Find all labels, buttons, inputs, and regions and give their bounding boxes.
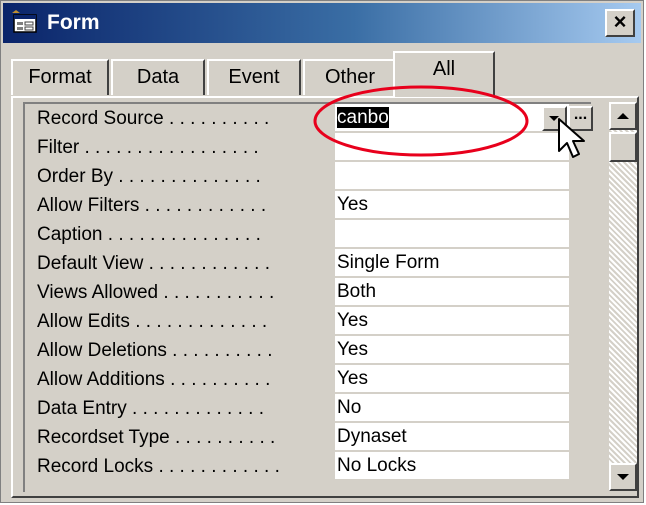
property-value[interactable]: No Locks bbox=[335, 452, 569, 480]
properties-window: Form × Format Data Event Other All Recor… bbox=[0, 0, 644, 503]
property-row[interactable]: Views Allowed . . . . . . . . . . . Both bbox=[25, 278, 591, 307]
property-row[interactable]: Default View . . . . . . . . . . . . Sin… bbox=[25, 249, 591, 278]
tab-label: All bbox=[432, 58, 456, 80]
window-title: Form bbox=[47, 11, 100, 34]
property-value[interactable]: Yes bbox=[335, 336, 569, 364]
scroll-up-button[interactable] bbox=[609, 102, 637, 130]
property-label: Order By . . . . . . . . . . . . . . bbox=[37, 166, 261, 187]
property-row[interactable]: Allow Deletions . . . . . . . . . . Yes bbox=[25, 336, 591, 365]
property-value[interactable] bbox=[335, 162, 569, 190]
property-row[interactable]: Filter . . . . . . . . . . . . . . . . . bbox=[25, 133, 591, 162]
scroll-thumb[interactable] bbox=[609, 132, 637, 162]
property-row[interactable]: Data Entry . . . . . . . . . . . . . No bbox=[25, 394, 591, 423]
tab-event[interactable]: Event bbox=[207, 59, 301, 95]
property-value[interactable]: Yes bbox=[335, 307, 569, 335]
close-button[interactable]: × bbox=[605, 9, 635, 37]
tab-data[interactable]: Data bbox=[111, 59, 205, 95]
property-row[interactable]: Caption . . . . . . . . . . . . . . . bbox=[25, 220, 591, 249]
tab-label: Other bbox=[324, 66, 376, 88]
vertical-scrollbar[interactable] bbox=[609, 102, 637, 491]
tab-other[interactable]: Other bbox=[303, 59, 397, 95]
property-row[interactable]: Record Source . . . . . . . . . . canbo … bbox=[25, 104, 593, 133]
property-value[interactable]: Both bbox=[335, 278, 569, 306]
property-value[interactable]: Yes bbox=[335, 191, 569, 219]
property-label: Allow Additions . . . . . . . . . . bbox=[37, 369, 271, 390]
property-row[interactable]: Allow Filters . . . . . . . . . . . . Ye… bbox=[25, 191, 591, 220]
property-row[interactable]: Allow Additions . . . . . . . . . . Yes bbox=[25, 365, 591, 394]
property-label: Record Locks . . . . . . . . . . . . bbox=[37, 456, 280, 477]
tab-label: Event bbox=[228, 66, 280, 88]
title-bar[interactable]: Form × bbox=[3, 3, 641, 43]
tab-all[interactable]: All bbox=[393, 51, 495, 97]
tab-format[interactable]: Format bbox=[11, 59, 109, 95]
property-value[interactable]: Yes bbox=[335, 365, 569, 393]
tab-label: Format bbox=[28, 66, 92, 88]
property-value[interactable] bbox=[335, 220, 569, 248]
property-row[interactable]: Order By . . . . . . . . . . . . . . bbox=[25, 162, 591, 191]
property-value[interactable] bbox=[335, 133, 569, 161]
property-row[interactable]: Record Locks . . . . . . . . . . . . No … bbox=[25, 452, 591, 481]
property-label: Allow Filters . . . . . . . . . . . . bbox=[37, 195, 267, 216]
property-label: Data Entry . . . . . . . . . . . . . bbox=[37, 398, 265, 419]
scroll-up-icon bbox=[617, 113, 629, 119]
property-label: Views Allowed . . . . . . . . . . . bbox=[37, 282, 275, 303]
property-label: Allow Deletions . . . . . . . . . . bbox=[37, 340, 273, 361]
selected-text: canbo bbox=[337, 107, 389, 128]
property-label: Filter . . . . . . . . . . . . . . . . . bbox=[37, 137, 259, 158]
property-value-record-source[interactable]: canbo bbox=[335, 104, 569, 132]
property-label: Default View . . . . . . . . . . . . bbox=[37, 253, 271, 274]
property-row[interactable]: Allow Edits . . . . . . . . . . . . . Ye… bbox=[25, 307, 591, 336]
form-icon bbox=[12, 10, 37, 33]
scroll-down-icon bbox=[617, 474, 629, 480]
property-label: Caption . . . . . . . . . . . . . . . bbox=[37, 224, 261, 245]
scroll-down-button[interactable] bbox=[609, 463, 637, 491]
property-value[interactable]: No bbox=[335, 394, 569, 422]
property-value[interactable]: Single Form bbox=[335, 249, 569, 277]
property-grid: Record Source . . . . . . . . . . canbo … bbox=[23, 102, 593, 492]
property-value[interactable]: Dynaset bbox=[335, 423, 569, 451]
property-label: Recordset Type . . . . . . . . . . bbox=[37, 427, 276, 448]
close-icon: × bbox=[613, 9, 627, 34]
property-row[interactable]: Recordset Type . . . . . . . . . . Dynas… bbox=[25, 423, 591, 452]
property-label: Record Source . . . . . . . . . . bbox=[37, 108, 270, 129]
mouse-pointer-icon bbox=[558, 118, 585, 158]
tab-label: Data bbox=[136, 66, 180, 88]
property-label: Allow Edits . . . . . . . . . . . . . bbox=[37, 311, 268, 332]
